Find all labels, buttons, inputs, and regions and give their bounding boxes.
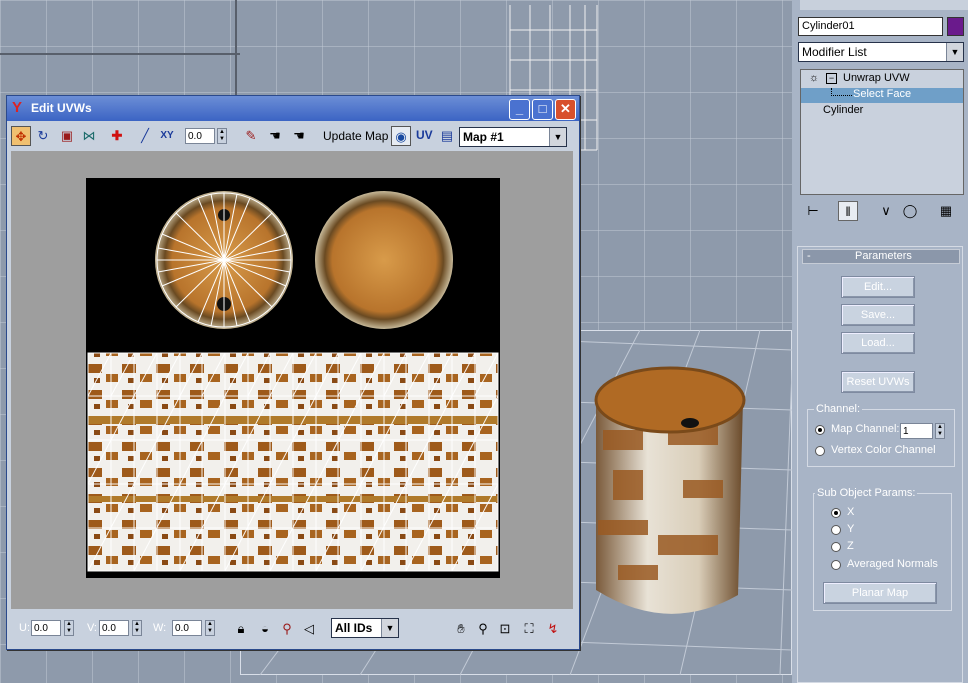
uv-editor-canvas[interactable] [11, 151, 573, 609]
tree-connector [831, 88, 852, 96]
v-spinner[interactable]: 0.0 [99, 620, 129, 636]
configure-modifier-sets-icon[interactable]: ▦ [936, 201, 956, 221]
zoom-icon[interactable]: ⚲ [473, 619, 493, 639]
freeze-icon[interactable]: ⚲ [277, 619, 297, 639]
hide-icon[interactable]: ◒ [255, 619, 275, 639]
v-spinner-arrows[interactable]: ▲ ▼ [132, 620, 142, 636]
load-button[interactable]: Load... [841, 332, 915, 354]
parameters-rollout-header[interactable]: - Parameters [802, 249, 960, 264]
barrel-model[interactable] [588, 360, 758, 630]
modifier-list-label: Modifier List [802, 45, 867, 59]
reset-uvws-button[interactable]: Reset UVWs [841, 371, 915, 393]
edit-uvws-bottom-bar: U: 0.0 ▲ ▼ V: 0.0 ▲ ▼ W: 0.0 ▲ ▼ 🔒︎ ◒ ⚲ ◁ A… [7, 614, 579, 644]
sub-object-group-label: Sub Object Params: [815, 487, 918, 499]
app-logo-icon: Y [12, 99, 23, 116]
collapse-box-icon[interactable]: − [826, 73, 837, 84]
vertex-color-label: Vertex Color Channel [831, 444, 936, 456]
zoom-extents-icon[interactable]: ⛶ [519, 619, 539, 639]
u-spinner[interactable]: 0.0 [31, 620, 61, 636]
ids-select-dropdown[interactable]: All IDs ▼ [331, 618, 399, 638]
edit-uvws-window[interactable]: Y Edit UVWs _ □ ✕ ✥ ↻ ▣ ⋈ ✚ ╱ XY 0.0 ▲ ▼ … [6, 95, 580, 650]
rotation-spinner-arrows[interactable]: ▲ ▼ [217, 128, 227, 144]
u-label: U: [19, 622, 30, 634]
lightbulb-icon[interactable]: ☼ [809, 72, 819, 84]
freeform-icon[interactable]: ✚ [107, 126, 127, 146]
averaged-normals-radio[interactable] [831, 560, 841, 570]
chevron-down-icon: ▼ [946, 43, 963, 61]
modifier-stack-row-unwrap[interactable]: ☼ − Unwrap UVW [801, 72, 963, 87]
save-button[interactable]: Save... [841, 304, 915, 326]
modifier-stack-row-select-face[interactable]: Select Face [801, 88, 963, 103]
make-unique-icon[interactable]: ∨ [876, 201, 896, 221]
edit-uvws-title-bar[interactable]: Y Edit UVWs _ □ ✕ [7, 96, 579, 121]
ids-select-value: All IDs [335, 621, 373, 635]
planar-map-button[interactable]: Planar Map [823, 582, 937, 604]
move-icon[interactable]: ✥ [11, 126, 31, 146]
uv-lid-bottom[interactable] [315, 191, 453, 329]
rotate-icon[interactable]: ↻ [33, 126, 53, 146]
rotation-spinner[interactable]: 0.0 [185, 128, 215, 144]
map-select-value: Map #1 [463, 130, 504, 144]
w-spinner-arrows[interactable]: ▲ ▼ [205, 620, 215, 636]
lock-icon[interactable]: 🔒︎ [231, 619, 251, 639]
axis-z-label: Z [847, 540, 854, 552]
modifier-label-cylinder: Cylinder [823, 104, 864, 116]
axis-y-radio[interactable] [831, 525, 841, 535]
close-icon[interactable]: ✕ [555, 99, 576, 120]
xy-swap-icon[interactable]: XY [157, 126, 177, 146]
chevron-down-icon: ▼ [381, 619, 398, 637]
hand-filter-icon[interactable]: ☚ [289, 126, 309, 146]
map-select-dropdown[interactable]: Map #1 ▼ [459, 127, 567, 147]
averaged-normals-label: Averaged Normals [847, 558, 938, 570]
command-panel-tabs[interactable] [800, 0, 968, 10]
w-label: W: [153, 622, 167, 634]
axis-z-radio[interactable] [831, 542, 841, 552]
hand-select-icon[interactable]: ☚ [265, 126, 285, 146]
edit-uvws-toolbar: ✥ ↻ ▣ ⋈ ✚ ╱ XY 0.0 ▲ ▼ ✎ ☚ ☚ Update Map ◉… [7, 125, 579, 147]
uv-texture-view[interactable] [86, 178, 500, 578]
uv-toggle[interactable]: UV [416, 128, 433, 142]
modifier-stack-row-cylinder[interactable]: Cylinder [801, 104, 963, 119]
snap-icon[interactable]: ↯ [543, 619, 563, 639]
modifier-label-unwrap: Unwrap UVW [843, 72, 910, 84]
w-spinner[interactable]: 0.0 [172, 620, 202, 636]
v-label: V: [87, 622, 97, 634]
axis-y-label: Y [847, 523, 855, 535]
axis-x-label: X [847, 506, 855, 518]
u-spinner-arrows[interactable]: ▲ ▼ [64, 620, 74, 636]
properties-icon[interactable]: ▤ [437, 126, 457, 146]
rollout-collapse-icon[interactable]: - [807, 250, 811, 262]
edit-button[interactable]: Edit... [841, 276, 915, 298]
chevron-down-icon: ▼ [549, 128, 566, 146]
pick-texture-icon[interactable]: ✎ [241, 126, 261, 146]
maximize-icon[interactable]: □ [532, 99, 553, 120]
stack-toolbar: ⊢ ‖ ∨ ◯ ▦ [800, 200, 964, 224]
minimize-icon[interactable]: _ [509, 99, 530, 120]
mirror-icon[interactable]: ⋈ [79, 126, 99, 146]
channel-group-label: Channel: [814, 403, 863, 415]
pan-icon[interactable]: ✋︎ [451, 619, 471, 639]
modifier-label-select-face: Select Face [853, 88, 912, 100]
map-channel-spinner-arrows[interactable]: ▲ ▼ [935, 423, 945, 439]
show-end-result-icon[interactable]: ‖ [838, 201, 858, 221]
update-map-button[interactable]: Update Map [323, 129, 388, 143]
parameters-title: Parameters [855, 250, 912, 262]
map-channel-label: Map Channel: [831, 423, 900, 435]
axis-x-radio[interactable] [831, 508, 841, 518]
edit-line-icon[interactable]: ╱ [135, 126, 155, 146]
map-channel-radio[interactable] [815, 425, 825, 435]
modifier-list-dropdown[interactable]: Modifier List ▼ [798, 42, 964, 62]
vertex-color-radio[interactable] [815, 446, 825, 456]
remove-modifier-icon[interactable]: ◯ [900, 201, 920, 221]
show-map-icon[interactable]: ◉ [391, 126, 411, 146]
window-title: Edit UVWs [31, 101, 92, 115]
filter-selected-icon[interactable]: ◁ [299, 619, 319, 639]
object-color-swatch[interactable] [947, 17, 964, 36]
object-name-field[interactable]: Cylinder01 [798, 17, 943, 36]
pin-stack-icon[interactable]: ⊢ [803, 201, 823, 221]
map-channel-spinner[interactable]: 1 [900, 423, 933, 439]
zoom-region-icon[interactable]: ⊡ [495, 619, 515, 639]
modifier-stack[interactable]: ☼ − Unwrap UVW Select Face Cylinder [800, 69, 964, 195]
scale-icon[interactable]: ▣ [57, 126, 77, 146]
